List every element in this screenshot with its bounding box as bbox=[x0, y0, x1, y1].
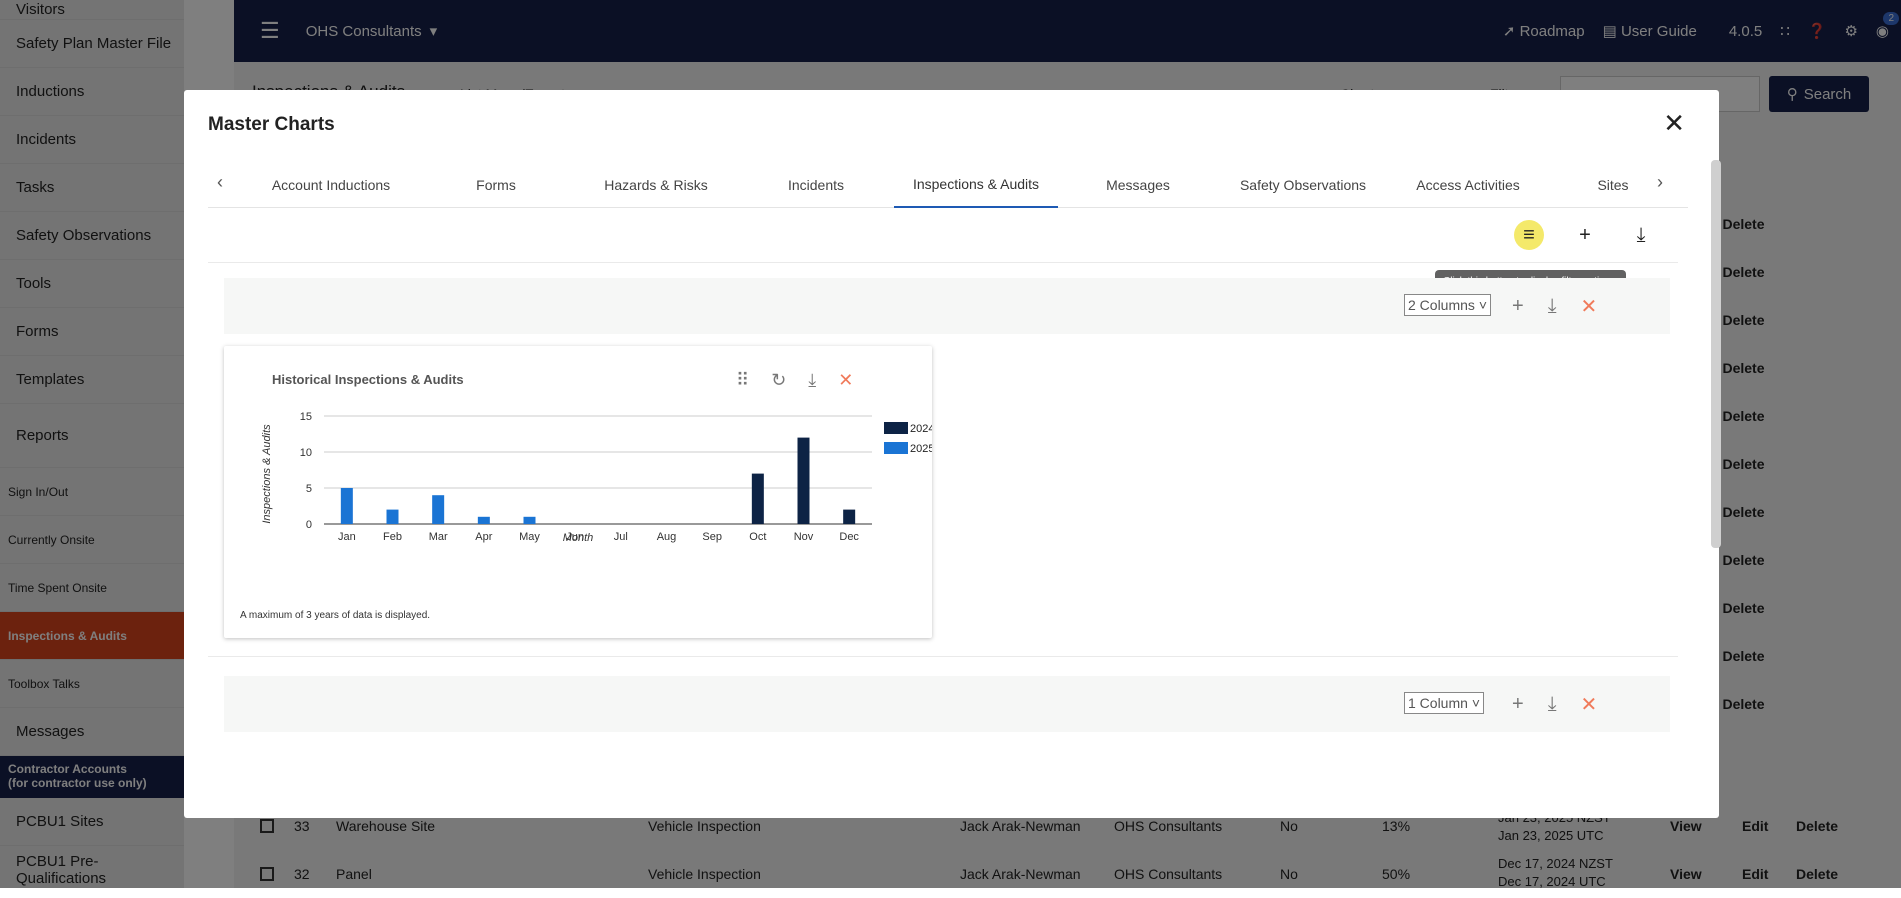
x-tick-label: Sep bbox=[702, 531, 722, 543]
add-icon[interactable]: + bbox=[1512, 295, 1524, 318]
chevron-left-icon[interactable]: ‹ bbox=[208, 172, 232, 196]
row-actions: + ⤓ ✕ bbox=[1512, 294, 1597, 319]
x-tick-label: Jan bbox=[338, 531, 356, 543]
tab-sites[interactable]: Sites bbox=[1588, 162, 1638, 208]
tab-incidents[interactable]: Incidents bbox=[736, 162, 896, 208]
tab-label: Safety Observations bbox=[1239, 177, 1367, 193]
y-tick-label: 15 bbox=[300, 411, 312, 423]
tab-label: Messages bbox=[1106, 177, 1170, 193]
tab-forms[interactable]: Forms bbox=[416, 162, 576, 208]
tab-label: Access Activities bbox=[1416, 177, 1520, 193]
chevron-down-icon: ˅ bbox=[1471, 695, 1481, 711]
y-tick-label: 0 bbox=[306, 519, 312, 531]
legend-swatch bbox=[884, 442, 908, 454]
y-tick-label: 5 bbox=[306, 483, 312, 495]
filter-icon[interactable]: ≡ bbox=[1514, 220, 1544, 250]
tab-label: Sites bbox=[1597, 177, 1629, 193]
add-icon[interactable]: + bbox=[1570, 220, 1600, 250]
x-tick-label: Apr bbox=[475, 531, 492, 543]
tab-label: Hazards & Risks bbox=[604, 177, 708, 193]
x-tick-label: Aug bbox=[657, 531, 677, 543]
y-tick-label: 10 bbox=[300, 447, 312, 459]
columns-select[interactable]: 1 Column ˅ bbox=[1404, 692, 1485, 714]
tab-hazards-risks[interactable]: Hazards & Risks bbox=[576, 162, 736, 208]
master-charts-modal: Master Charts ✕ ‹ Account Inductions For… bbox=[184, 90, 1719, 818]
tab-messages[interactable]: Messages bbox=[1058, 162, 1218, 208]
x-tick-label: Mar bbox=[429, 531, 448, 543]
x-tick-label: Dec bbox=[839, 531, 859, 543]
close-icon[interactable]: ✕ bbox=[1581, 692, 1598, 717]
tab-inspections-audits[interactable]: Inspections & Audits bbox=[894, 162, 1058, 208]
download-icon[interactable]: ⤓ bbox=[1626, 220, 1656, 250]
download-icon[interactable]: ⤓ bbox=[1548, 295, 1557, 318]
bar-2025-Jan[interactable] bbox=[340, 488, 353, 524]
modal-scrollbar[interactable] bbox=[1711, 160, 1721, 548]
chevron-down-icon: ˅ bbox=[1478, 297, 1488, 313]
chart-row-panel: 2 Columns ˅ + ⤓ ✕ bbox=[224, 278, 1670, 334]
tab-label: Inspections & Audits bbox=[912, 176, 1040, 192]
bar-2024-Dec[interactable] bbox=[843, 509, 856, 524]
x-tick-label: Oct bbox=[749, 531, 766, 543]
tab-account-inductions[interactable]: Account Inductions bbox=[246, 162, 416, 208]
columns-select[interactable]: 2 Columns ˅ bbox=[1404, 294, 1492, 316]
columns-select-value: 1 Column bbox=[1408, 695, 1468, 711]
divider bbox=[208, 656, 1678, 657]
chart-title: Historical Inspections & Audits bbox=[272, 372, 464, 387]
columns-select-value: 2 Columns bbox=[1408, 297, 1475, 313]
chart-row-panel: 1 Column ˅ + ⤓ ✕ bbox=[224, 676, 1670, 732]
modal-title: Master Charts bbox=[208, 114, 335, 135]
x-tick-label: May bbox=[519, 531, 540, 543]
tab-label: Forms bbox=[476, 177, 516, 193]
tab-access-activities[interactable]: Access Activities bbox=[1388, 162, 1548, 208]
chart-tabs: ‹ Account Inductions Forms Hazards & Ris… bbox=[208, 162, 1688, 208]
chart-footnote: A maximum of 3 years of data is displaye… bbox=[240, 610, 431, 621]
close-icon[interactable]: ✕ bbox=[1581, 294, 1598, 319]
add-icon[interactable]: + bbox=[1512, 693, 1524, 716]
x-tick-label: Feb bbox=[383, 531, 402, 543]
tab-safety-observations[interactable]: Safety Observations bbox=[1218, 162, 1388, 208]
bar-chart: Jan Feb Mar Apr May Jun Jul Aug Sep Oct Nov Dec 051… bbox=[261, 411, 932, 544]
legend-label: 2024 bbox=[910, 423, 932, 435]
chevron-right-icon[interactable]: › bbox=[1648, 172, 1672, 196]
bar-2025-Mar[interactable] bbox=[432, 495, 445, 524]
legend-label: 2025 bbox=[910, 443, 932, 455]
x-axis-label: Month bbox=[563, 532, 594, 544]
bar-2025-May[interactable] bbox=[523, 516, 536, 524]
tab-label: Incidents bbox=[787, 177, 845, 193]
y-axis-label: Inspections & Audits bbox=[261, 424, 273, 524]
bar-2024-Nov[interactable] bbox=[797, 437, 810, 524]
chart-card: Historical Inspections & Audits ⠿ ↻ ⤓ ✕ … bbox=[224, 346, 932, 638]
bar-2024-Oct[interactable] bbox=[751, 473, 764, 524]
legend-swatch bbox=[884, 422, 908, 434]
download-icon[interactable]: ⤓ bbox=[1548, 693, 1557, 716]
bar-2025-Apr[interactable] bbox=[477, 516, 490, 524]
x-tick-label: Nov bbox=[794, 531, 814, 543]
row-actions: + ⤓ ✕ bbox=[1512, 692, 1597, 717]
divider bbox=[208, 262, 1678, 263]
bar-2025-Feb[interactable] bbox=[386, 509, 399, 524]
x-tick-label: Jul bbox=[614, 531, 628, 543]
close-icon[interactable]: ✕ bbox=[1663, 110, 1685, 136]
master-toolbar: ≡ + ⤓ bbox=[1514, 220, 1656, 250]
tab-label: Account Inductions bbox=[271, 177, 391, 193]
